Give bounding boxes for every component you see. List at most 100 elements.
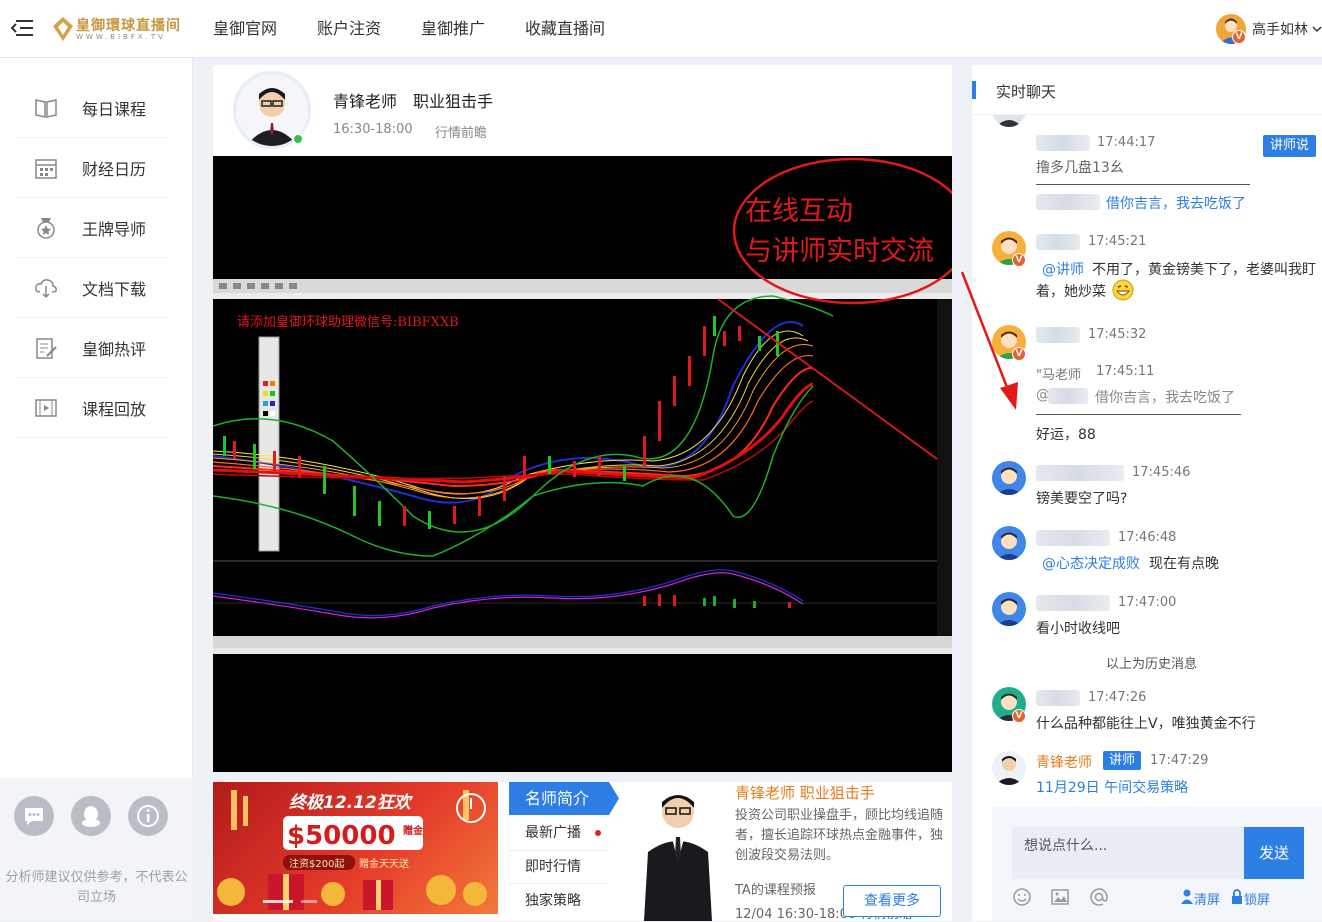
message-mention[interactable]: @心态决定成败 [1042,553,1140,573]
promo-amount: $50000 [287,821,396,851]
emoji-icon[interactable] [1012,887,1032,907]
avatar [992,592,1026,626]
avatar [992,751,1026,785]
verified-badge-icon: V [1012,253,1026,267]
cloud-download-icon [35,278,57,298]
user-name: 高手如林 [1252,22,1308,38]
chevron-down-icon [1312,26,1322,33]
promo-banner[interactable]: 终极12.12狂欢 $50000 赠金 注资$200起 赠金天天送 [213,782,498,914]
quoted-text: 借你吉言，我去吃饭了 [1095,390,1235,406]
teacher-name: 青锋老师 职业狙击手 [333,92,494,111]
message-time: 17:46:48 [1118,530,1177,545]
live-video-player[interactable]: 请添加皇御环球助理微信号:BIBFXXB 在线互动 与讲师实时交流 [213,156,952,772]
message-time: 17:45:21 [1088,234,1147,249]
message-time: 17:47:00 [1118,595,1177,610]
masked-username [1036,465,1124,481]
message-mention[interactable]: @讲师 [1042,259,1084,279]
logo-text: 皇御環球直播间 [76,18,181,34]
masked-username [1036,194,1100,210]
teacher-card: 青锋老师 职业狙击手 16:30-18:00 行情前瞻 [213,65,952,156]
user-menu[interactable]: V 高手如林 [1216,12,1322,46]
masked-username [1036,234,1080,250]
overlay-text-line2: 与讲师实时交流 [745,236,934,267]
message-input[interactable]: 想说点什么... [1012,827,1244,879]
message-text: 不用了，黄金镑美下了，老婆叫我盯 [1092,262,1316,278]
sidebar-item-label: 财经日历 [82,159,147,179]
medal-icon [37,217,55,239]
sidebar-item-label: 文档下载 [82,279,147,299]
info-icon[interactable] [128,796,168,836]
teacher-topic: 行情前瞻 [435,126,488,141]
verified-badge-icon: V [1232,30,1246,44]
sidebar-item-hot-comments[interactable]: 皇御热评 [16,318,168,378]
nav-official-site[interactable]: 皇御官网 [213,0,277,58]
quote-divider [1036,414,1241,415]
disclaimer-text: 分析师建议仅供参考，不代表公司立场 [5,870,188,905]
tab-live-quotes[interactable]: 即时行情 [525,856,581,876]
intro-teacher-name: 青锋老师 职业狙击手 [735,784,875,802]
lock-screen-button[interactable]: 锁屏 [1244,889,1270,908]
sidebar-item-replay[interactable]: 课程回放 [16,378,168,438]
nav-account-deposit[interactable]: 账户注资 [317,0,381,58]
avatar [992,115,1026,127]
clear-screen-button[interactable]: 清屏 [1194,889,1220,908]
mention-icon[interactable] [1089,887,1109,907]
avatar [992,526,1026,560]
masked-username [1036,135,1090,151]
message-text: 现在有点晚 [1149,556,1219,572]
lock-icon [1232,889,1242,904]
top-bar: 皇御環球直播间 WWW.BIBFX.TV 皇御官网 账户注资 皇御推广 收藏直播… [0,0,1322,58]
overlay-text-line1: 在线互动 [745,196,853,227]
calendar-icon [35,158,57,179]
sidebar-footer: 分析师建议仅供参考，不代表公司立场 [0,778,193,921]
qq-icon[interactable] [71,796,111,836]
book-icon [35,98,57,118]
teacher-photo [628,782,728,921]
sidebar-item-downloads[interactable]: 文档下载 [16,258,168,318]
message-text-continued: 着，她炒菜 [1036,284,1106,300]
promo-subtext-2: 赠金天天送 [359,857,409,870]
sidebar-item-calendar[interactable]: 财经日历 [16,138,168,198]
reply-time: 17:45:11 [1096,364,1155,379]
intro-description: 投资公司职业操盘手，顾比均线追随者，擅长追踪环球热点金融事件，独创波段交易法则。 [735,808,944,863]
verified-badge-icon: V [1012,709,1026,723]
chat-input-area: 想说点什么... 发送 清屏 锁屏 [992,807,1322,921]
view-more-button[interactable]: 查看更多 [843,885,941,917]
image-icon[interactable] [1050,887,1070,907]
message-time: 17:45:32 [1088,327,1147,342]
masked-username [1036,530,1110,546]
reply-username: "马老师 [1036,368,1081,383]
edit-note-icon [36,337,57,359]
menu-collapse-icon[interactable] [10,17,34,39]
message-text: 看小时收线吧 [1036,621,1120,637]
chat-bubble-icon[interactable] [14,796,54,836]
nav-promotion[interactable]: 皇御推广 [421,0,485,58]
tab-latest-broadcast[interactable]: 最新广播 [525,822,581,842]
strategy-link[interactable]: 11月29日 午间交易策略 [1036,777,1188,797]
nav-bookmark-room[interactable]: 收藏直播间 [525,0,605,58]
message-time: 17:47:29 [1150,753,1209,768]
send-button[interactable]: 发送 [1244,827,1304,879]
person-icon [1181,889,1193,904]
quote-divider [1036,184,1250,185]
online-status-icon [292,133,304,145]
tab-exclusive-strategy[interactable]: 独家策略 [525,890,581,910]
sidebar-item-mentors[interactable]: 王牌导师 [16,198,168,258]
logo[interactable]: 皇御環球直播间 WWW.BIBFX.TV [52,13,182,47]
history-divider: 以上为历史消息 [1106,657,1198,672]
video-replay-icon [35,398,57,417]
chat-header: 实时聊天 [972,65,1322,115]
message-text: 镑美要空了吗? [1036,491,1128,507]
chat-messages[interactable]: 17:44:17 讲师说 撸多几盘13幺 借你吉言，我去吃饭了 V 17:45:… [972,115,1322,805]
chat-header-accent [972,81,976,99]
main-nav: 皇御官网 账户注资 皇御推广 收藏直播间 [213,0,645,58]
teacher-time: 16:30-18:00 [333,122,413,137]
chat-title: 实时聊天 [996,83,1057,101]
lecturer-name[interactable]: 青锋老师 [1036,752,1092,772]
sidebar-item-daily-course[interactable]: 每日课程 [16,78,168,138]
sidebar-item-label: 王牌导师 [82,219,147,239]
tab-teacher-intro[interactable]: 名师简介 [509,782,609,815]
video-frame: 请添加皇御环球助理微信号:BIBFXXB 在线互动 与讲师实时交流 [213,156,952,772]
masked-username [1036,327,1080,343]
lecturer-says-badge[interactable]: 讲师说 [1263,135,1317,157]
